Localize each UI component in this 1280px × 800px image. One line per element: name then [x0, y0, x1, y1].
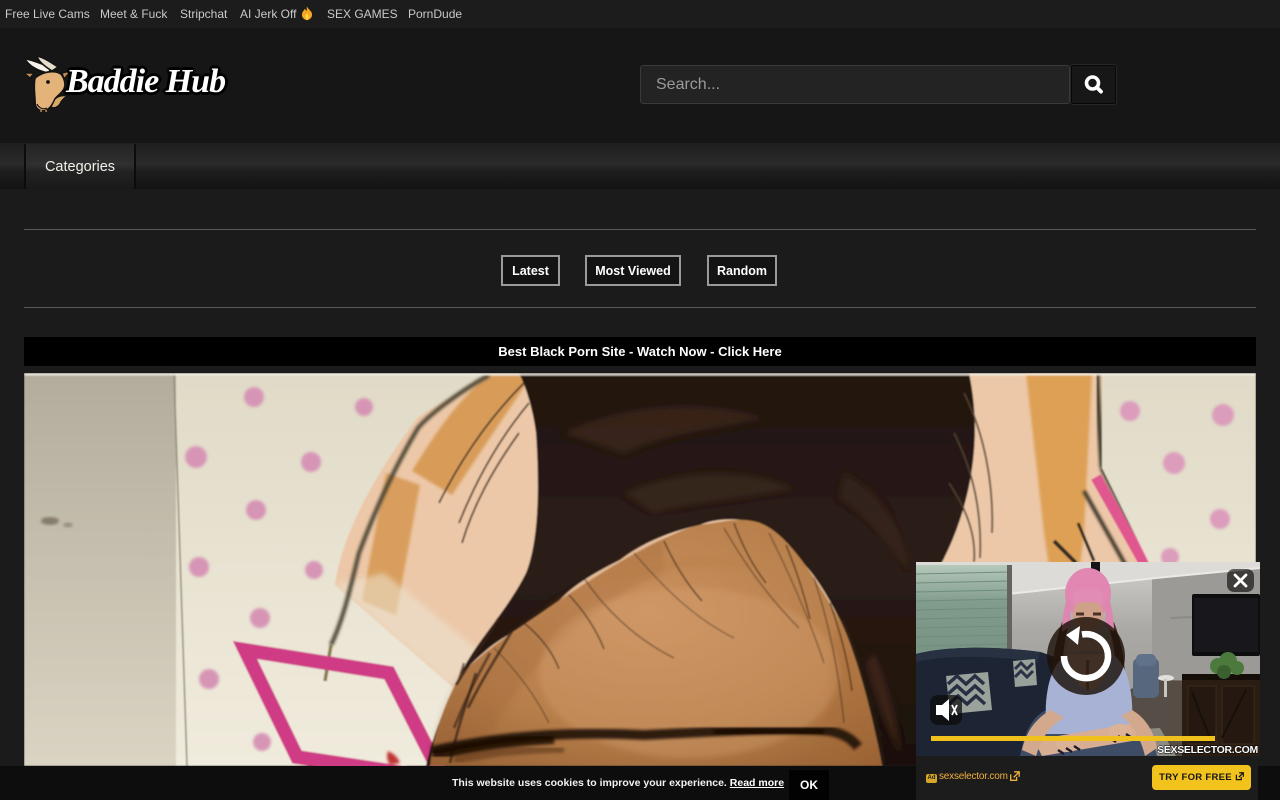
svg-text:SEXSELECTOR.COM: SEXSELECTOR.COM [1157, 744, 1258, 756]
